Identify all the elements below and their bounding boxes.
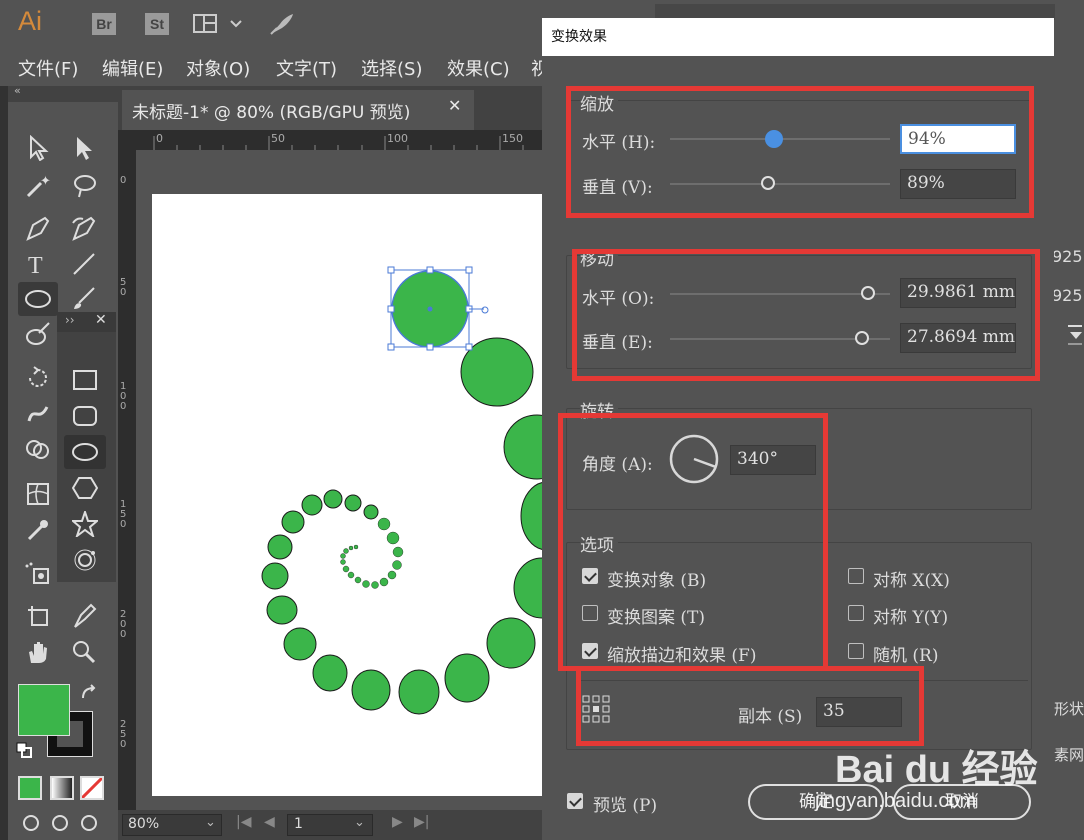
spiral-circle-copy[interactable] bbox=[387, 570, 397, 580]
first-artboard-icon[interactable]: |◀ bbox=[236, 814, 251, 830]
panel-value-1: 925 bbox=[1052, 247, 1083, 266]
spiral-circle-copy[interactable] bbox=[353, 544, 359, 550]
spiral-artwork[interactable] bbox=[0, 0, 542, 810]
spiral-circle-copy[interactable] bbox=[261, 562, 289, 590]
spiral-circle-copy[interactable] bbox=[301, 494, 323, 516]
spiral-circle-copy[interactable] bbox=[392, 546, 404, 558]
preview-label: 预览 (P) bbox=[593, 796, 658, 816]
spiral-circle-copy[interactable] bbox=[281, 510, 305, 534]
spiral-circle-copy[interactable] bbox=[340, 553, 346, 559]
reflect-y-checkbox[interactable] bbox=[848, 605, 864, 621]
highlight-rotate-options bbox=[558, 413, 828, 671]
spiral-circle-copy[interactable] bbox=[520, 482, 542, 550]
artboard-number: 1 bbox=[294, 816, 303, 832]
watermark-url: jingyan.baidu.com bbox=[815, 790, 977, 812]
zoom-value: 80% bbox=[128, 816, 160, 832]
page-dropdown-icon: ⌄ bbox=[354, 815, 365, 830]
spiral-circle-copy[interactable] bbox=[344, 494, 362, 512]
spiral-circle-copy[interactable] bbox=[513, 557, 542, 619]
reflect-y-label: 对称 Y(Y) bbox=[873, 608, 949, 628]
spiral-circle-copy[interactable] bbox=[340, 559, 346, 565]
spiral-circle-copy[interactable] bbox=[379, 577, 389, 587]
random-checkbox[interactable] bbox=[848, 643, 864, 659]
spiral-circle-copy[interactable] bbox=[363, 504, 379, 520]
spiral-circle-copy[interactable] bbox=[371, 581, 379, 589]
spiral-circle-copy[interactable] bbox=[444, 653, 490, 703]
spiral-circle-copy[interactable] bbox=[386, 531, 400, 545]
artboard-number-select[interactable]: 1 ⌄ bbox=[287, 814, 373, 836]
previous-artboard-icon[interactable]: ◀ bbox=[264, 814, 275, 830]
random-label: 随机 (R) bbox=[873, 646, 939, 666]
highlight-move bbox=[572, 249, 1040, 381]
watermark-brand: Bai du 经验 bbox=[835, 749, 1038, 791]
spiral-circle-copy[interactable] bbox=[266, 595, 298, 625]
zoom-dropdown-icon: ⌄ bbox=[205, 815, 216, 830]
dialog-title: 变换效果 bbox=[551, 29, 607, 45]
spiral-circle-copy[interactable] bbox=[348, 545, 354, 551]
panel-shape-label: 形状 bbox=[1054, 700, 1084, 718]
spiral-circle-copy[interactable] bbox=[503, 414, 542, 480]
dialog-title-bar[interactable]: 变换效果 bbox=[542, 18, 1054, 56]
last-artboard-icon[interactable]: ▶| bbox=[414, 814, 429, 830]
next-artboard-icon[interactable]: ▶ bbox=[392, 814, 403, 830]
spiral-circle-copy[interactable] bbox=[362, 580, 370, 588]
fill-color-swatch[interactable] bbox=[18, 684, 70, 736]
spiral-circle-copy[interactable] bbox=[486, 617, 536, 669]
draw-mode-icon[interactable] bbox=[20, 812, 100, 838]
spiral-circle-copy[interactable] bbox=[267, 534, 293, 560]
reflect-x-checkbox[interactable] bbox=[848, 568, 864, 584]
spiral-circle-copy[interactable] bbox=[347, 571, 355, 579]
spiral-circle-copy[interactable] bbox=[351, 669, 391, 711]
panel-value-2: 925 bbox=[1052, 286, 1083, 305]
spiral-circle-copy[interactable] bbox=[398, 669, 440, 715]
panel-align-icon[interactable] bbox=[1066, 324, 1082, 350]
highlight-copies bbox=[576, 666, 924, 746]
highlight-scale bbox=[566, 86, 1034, 218]
panel-grid-label: 素网格 bbox=[1054, 746, 1084, 764]
spiral-circle-copy[interactable] bbox=[343, 548, 349, 554]
spiral-circle-copy[interactable] bbox=[377, 517, 391, 531]
spiral-circle-copy[interactable] bbox=[392, 560, 402, 570]
spiral-circle-copy[interactable] bbox=[312, 654, 348, 692]
spiral-circle-copy[interactable] bbox=[354, 576, 362, 584]
spiral-circle-copy[interactable] bbox=[283, 627, 317, 661]
reflect-x-label: 对称 X(X) bbox=[873, 571, 950, 591]
preview-checkbox[interactable] bbox=[567, 793, 583, 809]
zoom-select[interactable]: 80% ⌄ bbox=[122, 814, 222, 836]
spiral-circle-copy[interactable] bbox=[342, 565, 350, 573]
spiral-circle-copy[interactable] bbox=[323, 489, 343, 509]
